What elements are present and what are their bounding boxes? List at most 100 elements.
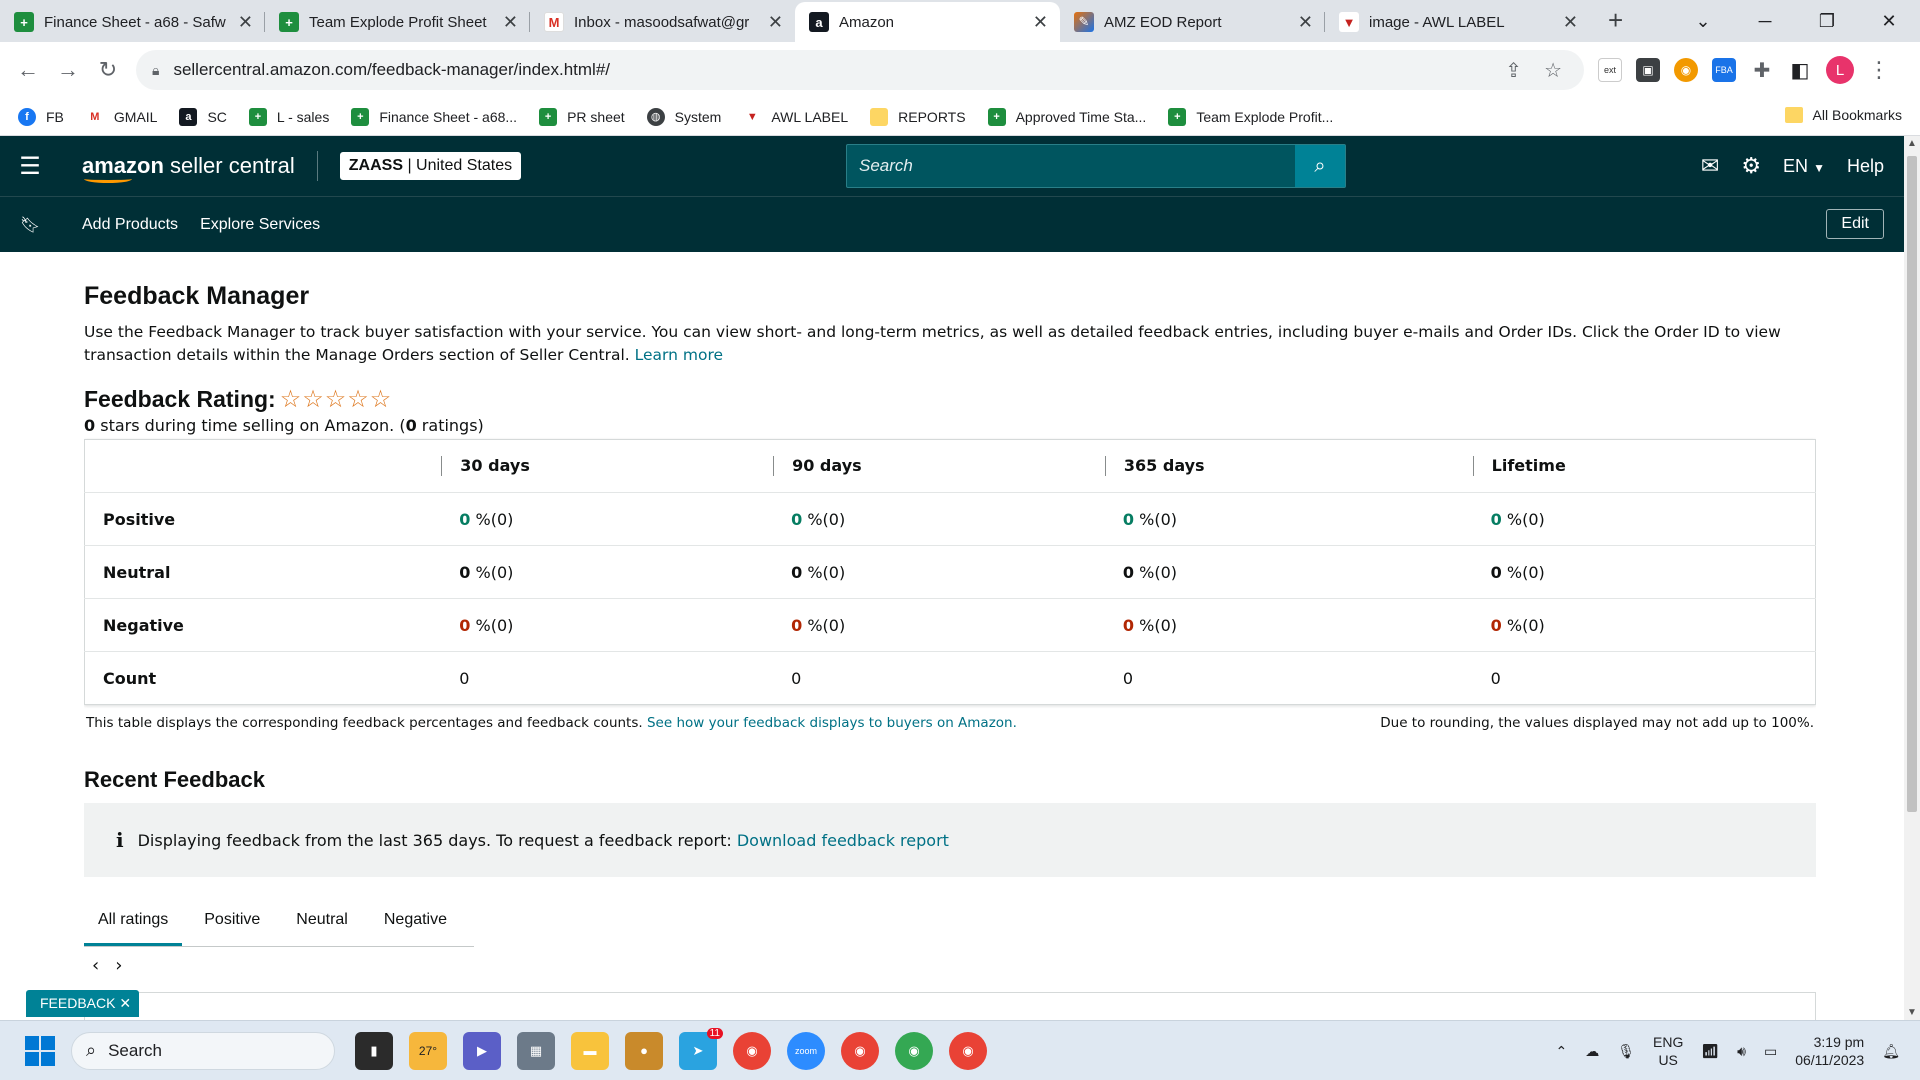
chrome-icon[interactable]: ◉: [895, 1031, 933, 1070]
browser-tab[interactable]: + Team Explode Profit Sheet ✕: [265, 2, 530, 42]
browser-tab[interactable]: M Inbox - masoodsafwat@gr ✕: [530, 2, 795, 42]
tab-negative[interactable]: Negative: [370, 901, 461, 946]
close-icon[interactable]: ✕: [238, 12, 253, 33]
scroll-down-icon[interactable]: ▼: [1904, 1007, 1920, 1018]
puzzle-icon[interactable]: ✚: [1750, 58, 1774, 82]
close-icon[interactable]: ✕: [503, 12, 518, 33]
clock[interactable]: 3:19 pm 06/11/2023: [1795, 1033, 1864, 1069]
input-language[interactable]: ENG US: [1653, 1033, 1683, 1069]
back-icon[interactable]: ←: [8, 57, 48, 83]
teams-chat-icon[interactable]: ▶: [463, 1031, 501, 1070]
add-products-link[interactable]: Add Products: [82, 216, 178, 234]
browser-tab-active[interactable]: a Amazon ✕: [795, 2, 1060, 42]
bookmark-star-icon[interactable]: ☆: [1544, 58, 1562, 83]
table-cell: 0 %(0): [1472, 598, 1816, 652]
volume-icon[interactable]: 🔊︎: [1737, 1043, 1746, 1060]
battery-icon[interactable]: ▭: [1764, 1043, 1777, 1060]
bookmark-sc[interactable]: a SC: [179, 107, 227, 126]
bookmark-team-explode[interactable]: + Team Explode Profit...: [1168, 107, 1333, 126]
chevron-up-icon[interactable]: ⌃: [1555, 1043, 1567, 1060]
menu-icon[interactable]: ⋮: [1868, 57, 1890, 83]
side-panel-icon[interactable]: ◧: [1788, 58, 1812, 82]
bookmark-icon[interactable]: 🔖︎: [0, 215, 60, 235]
tab-search-icon[interactable]: ⌄: [1672, 11, 1734, 32]
gear-icon[interactable]: ⚙: [1741, 153, 1761, 179]
task-view-icon[interactable]: ▮: [355, 1031, 393, 1070]
reload-icon[interactable]: ↻: [88, 57, 128, 83]
wifi-icon[interactable]: 📶︎: [1701, 1043, 1719, 1060]
bookmark-pr-sheet[interactable]: + PR sheet: [539, 107, 625, 126]
search-icon[interactable]: ⌕: [1295, 145, 1345, 187]
close-icon[interactable]: ✕: [1033, 12, 1048, 33]
tab-positive[interactable]: Positive: [190, 901, 274, 946]
forward-icon[interactable]: →: [48, 57, 88, 83]
browser-tab[interactable]: ✎ AMZ EOD Report ✕: [1060, 2, 1325, 42]
lock-icon[interactable]: 🔒︎: [152, 62, 159, 79]
url-text[interactable]: sellercentral.amazon.com/feedback-manage…: [173, 60, 1505, 80]
file-explorer-icon[interactable]: ▬: [571, 1031, 609, 1070]
share-icon[interactable]: ⇪: [1505, 58, 1522, 83]
feedback-button[interactable]: FEEDBACK ✕: [26, 990, 140, 1017]
cloud-icon[interactable]: ☁: [1585, 1043, 1599, 1060]
close-icon[interactable]: ✕: [768, 12, 783, 33]
help-link[interactable]: Help: [1847, 156, 1884, 177]
extension-icon[interactable]: ext: [1598, 58, 1622, 82]
close-icon[interactable]: ✕: [1298, 12, 1313, 33]
minimize-icon[interactable]: ─: [1734, 11, 1796, 32]
extension-icon[interactable]: FBA: [1712, 58, 1736, 82]
bookmark-awl-label[interactable]: ▼ AWL LABEL: [743, 107, 848, 126]
download-feedback-report-link[interactable]: Download feedback report: [737, 831, 949, 850]
chrome-icon[interactable]: ◉: [949, 1031, 987, 1070]
chrome-icon[interactable]: ◉: [733, 1031, 771, 1070]
seller-central-logo[interactable]: amazon seller central: [82, 153, 295, 183]
taskbar-search[interactable]: ⌕ Search: [71, 1031, 335, 1070]
scroll-up-icon[interactable]: ▲: [1904, 138, 1920, 149]
notification-bell-icon[interactable]: 🔔︎: [1882, 1043, 1900, 1060]
extension-icon[interactable]: ▣: [1636, 58, 1660, 82]
close-icon[interactable]: ✕: [1563, 12, 1578, 33]
bookmark-fb[interactable]: f FB: [18, 107, 64, 126]
tab-all-ratings[interactable]: All ratings: [84, 901, 183, 946]
chevron-right-icon[interactable]: ›: [115, 955, 122, 976]
close-window-icon[interactable]: ✕: [1858, 11, 1920, 32]
tab-neutral[interactable]: Neutral: [282, 901, 362, 946]
zoom-icon[interactable]: zoom: [787, 1031, 825, 1070]
browser-tab[interactable]: + Finance Sheet - a68 - Safw ✕: [0, 2, 265, 42]
chrome-icon[interactable]: ◉: [841, 1031, 879, 1070]
microphone-icon[interactable]: 🎙︎: [1617, 1043, 1635, 1060]
table-cell: 0 %(0): [773, 598, 1105, 652]
scrollbar-thumb[interactable]: [1907, 156, 1917, 812]
account-switcher[interactable]: ZAASS | United States: [339, 152, 522, 180]
explore-services-link[interactable]: Explore Services: [200, 216, 320, 234]
bookmark-reports[interactable]: REPORTS: [870, 107, 966, 126]
bookmark-gmail[interactable]: M GMAIL: [85, 107, 157, 126]
language-selector[interactable]: EN ▼: [1783, 156, 1825, 177]
bookmark-system[interactable]: ◍ System: [646, 107, 721, 126]
feedback-display-link[interactable]: See how your feedback displays to buyers…: [647, 715, 1017, 731]
header-search-input[interactable]: [847, 145, 1295, 187]
bookmark-approved-time[interactable]: + Approved Time Sta...: [987, 107, 1146, 126]
restore-icon[interactable]: ❐: [1796, 11, 1858, 32]
browser-tab[interactable]: ▼ image - AWL LABEL ✕: [1325, 2, 1590, 42]
learn-more-link[interactable]: Learn more: [635, 346, 723, 364]
telegram-icon[interactable]: ➤ 11: [679, 1027, 723, 1070]
bookmark-l-sales[interactable]: + L - sales: [248, 107, 329, 126]
extension-icon[interactable]: ◉: [1674, 58, 1698, 82]
all-bookmarks[interactable]: All Bookmarks: [1784, 107, 1902, 123]
chevron-left-icon[interactable]: ‹: [92, 955, 99, 976]
bookmark-finance-sheet[interactable]: + Finance Sheet - a68...: [351, 107, 517, 126]
app-icon[interactable]: ●: [625, 1031, 663, 1070]
calculator-icon[interactable]: ▦: [517, 1031, 555, 1070]
column-label: 365 days: [1104, 456, 1473, 476]
profile-avatar[interactable]: L: [1826, 56, 1854, 84]
url-bar[interactable]: 🔒︎ sellercentral.amazon.com/feedback-man…: [136, 50, 1584, 90]
mail-icon[interactable]: ✉: [1701, 153, 1719, 179]
edit-button[interactable]: Edit: [1826, 209, 1884, 239]
windows-start-icon[interactable]: [25, 1035, 55, 1066]
sheets-icon: +: [279, 12, 299, 32]
vertical-scrollbar[interactable]: ▲ ▼: [1904, 136, 1920, 1020]
hamburger-menu-icon[interactable]: ☰: [0, 152, 60, 181]
rating-summary: 0 stars during time selling on Amazon. (…: [84, 416, 1816, 435]
new-tab-icon[interactable]: +: [1608, 5, 1623, 36]
weather-icon[interactable]: 27°: [409, 1031, 447, 1070]
